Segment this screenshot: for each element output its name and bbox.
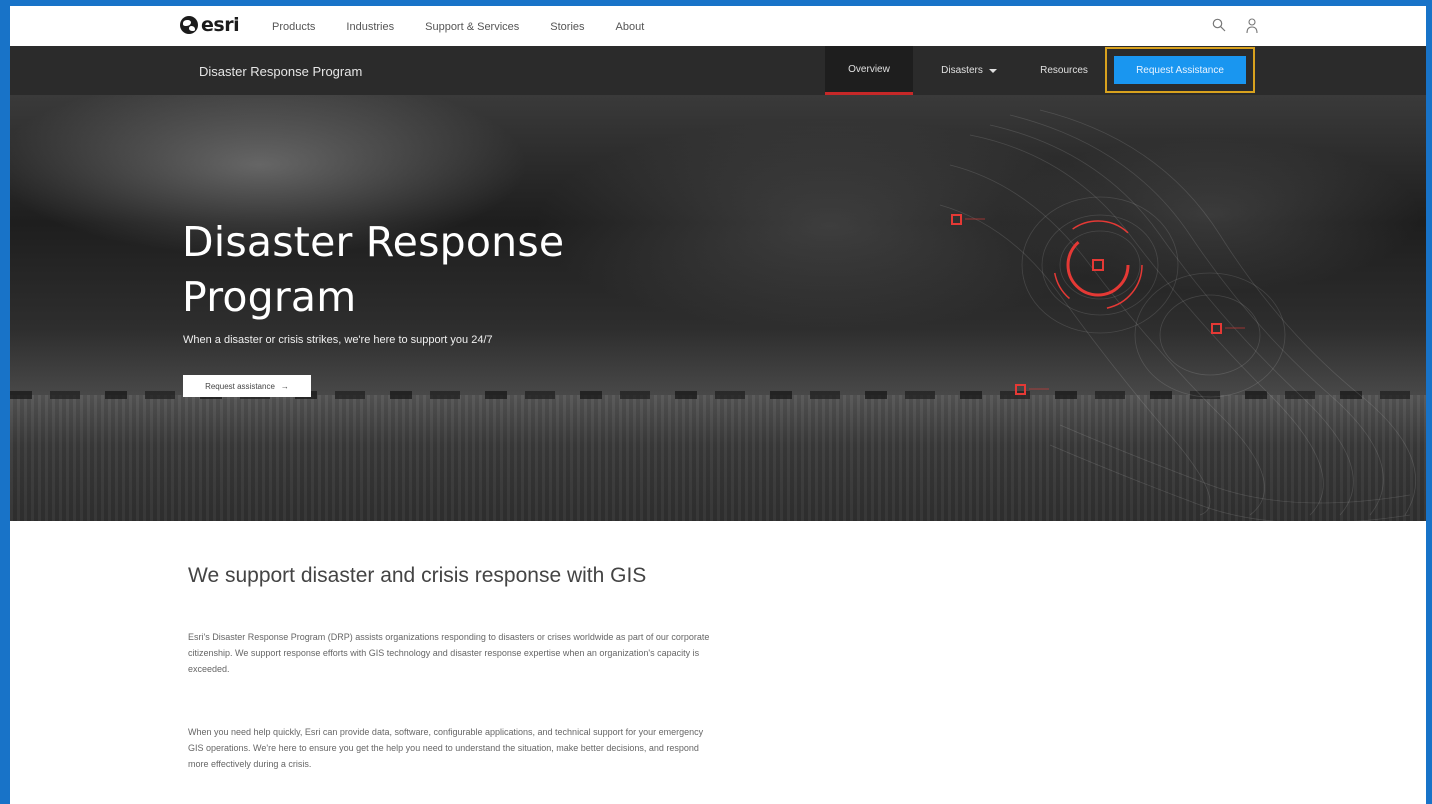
program-nav-bar: Disaster Response Program Overview Disas…: [10, 46, 1426, 95]
arrow-right-icon: →: [280, 381, 289, 391]
hero-subtitle: When a disaster or crisis strikes, we're…: [183, 334, 493, 346]
help-paragraph: When you need help quickly, Esri can pro…: [188, 727, 704, 769]
nav-products[interactable]: Products: [272, 21, 315, 33]
main-menu: Products Industries Support & Services S…: [272, 21, 675, 33]
tab-resources[interactable]: Resources: [1030, 46, 1098, 95]
globe-logo-icon: [180, 16, 198, 34]
tab-disasters[interactable]: Disasters: [928, 46, 1010, 95]
map-marker-icon: [951, 214, 1245, 395]
browser-page: esri Products Industries Support & Servi…: [10, 6, 1426, 804]
global-nav: esri Products Industries Support & Servi…: [10, 6, 1426, 46]
search-icon[interactable]: [1212, 18, 1226, 39]
program-title[interactable]: Disaster Response Program: [199, 64, 362, 79]
request-assistance-focus-outline: Request Assistance: [1105, 47, 1255, 93]
hero-button-label: Request assistance: [205, 381, 275, 391]
nav-industries[interactable]: Industries: [346, 21, 394, 33]
tab-overview[interactable]: Overview: [825, 46, 913, 95]
top-icons: [1212, 18, 1258, 39]
tab-overview-label: Overview: [848, 63, 890, 75]
nav-support-services[interactable]: Support & Services: [425, 21, 519, 33]
intro-paragraph: Esri's Disaster Response Program (DRP) a…: [188, 632, 710, 674]
hero-banner: Disaster Response Program When a disaste…: [10, 95, 1426, 521]
esri-logo[interactable]: esri: [180, 14, 240, 36]
tab-disasters-label: Disasters: [941, 65, 983, 76]
section-heading: We support disaster and crisis response …: [188, 564, 647, 587]
nav-about[interactable]: About: [616, 21, 645, 33]
hero-title: Disaster Response Program: [182, 218, 565, 321]
user-icon[interactable]: [1246, 18, 1258, 39]
nav-stories[interactable]: Stories: [550, 21, 584, 33]
tab-resources-label: Resources: [1040, 65, 1088, 76]
hero-request-assistance-button[interactable]: Request assistance →: [183, 375, 311, 397]
chevron-down-icon: [988, 68, 997, 73]
request-assistance-button[interactable]: Request Assistance: [1114, 56, 1246, 84]
logo-text: esri: [201, 14, 240, 36]
